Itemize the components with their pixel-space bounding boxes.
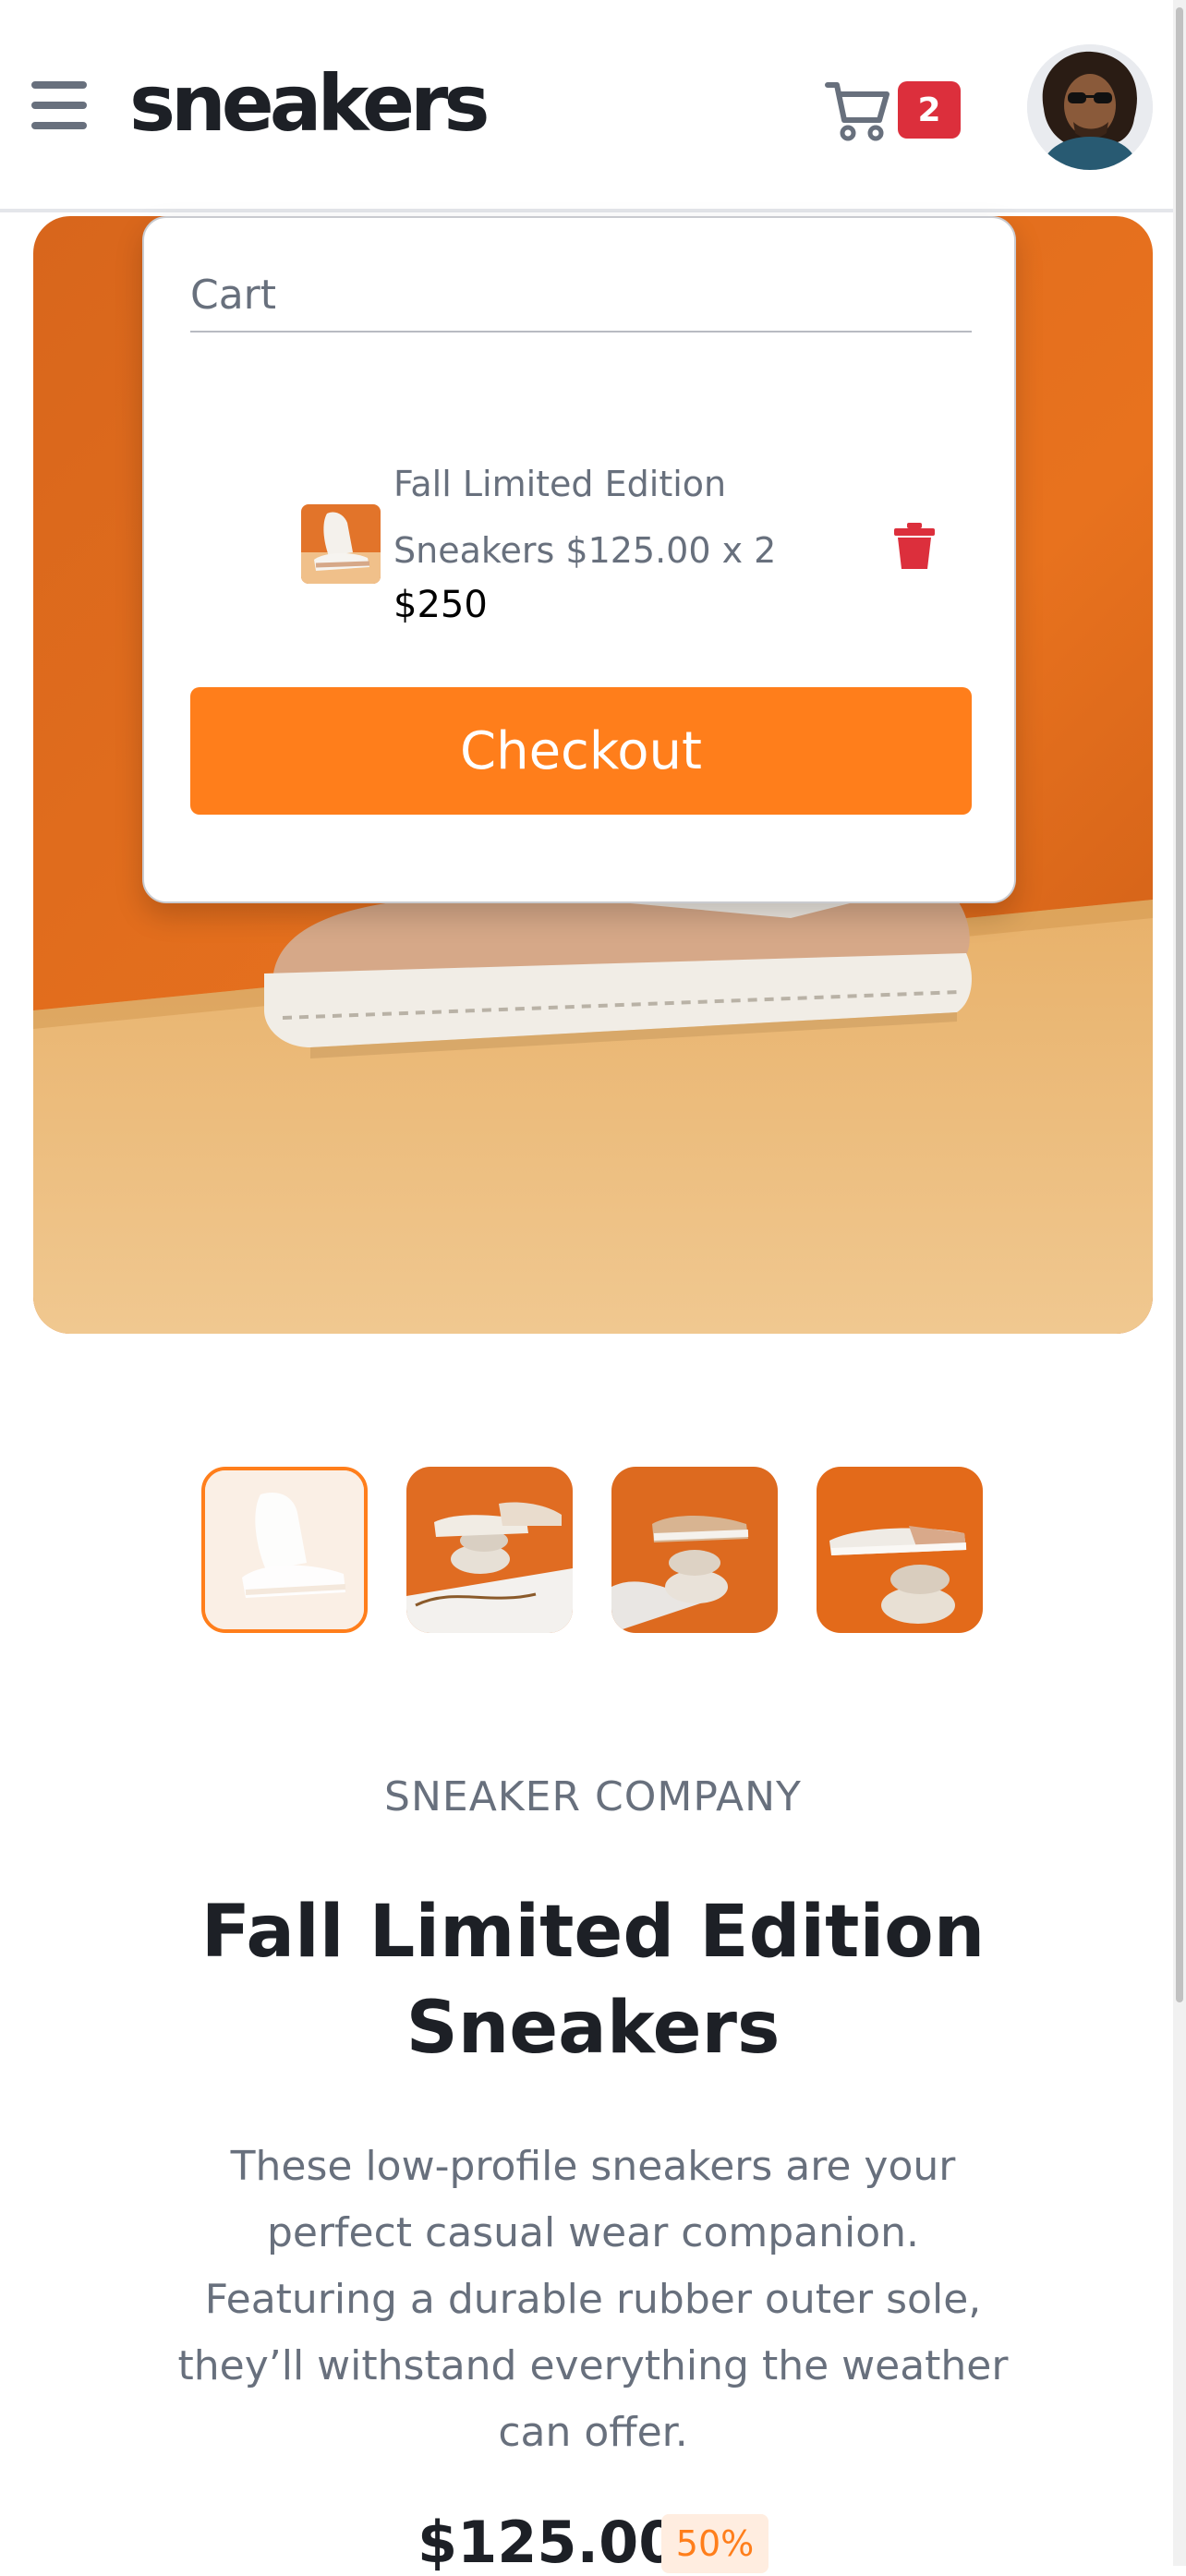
- cart-title: Cart: [190, 272, 277, 319]
- cart-icon[interactable]: [824, 79, 890, 142]
- cart-count-badge: 2: [898, 81, 961, 139]
- thumbnail-2[interactable]: [406, 1467, 573, 1633]
- checkout-button[interactable]: Checkout: [190, 687, 972, 815]
- thumbnail-3[interactable]: [611, 1467, 778, 1633]
- page-scrollbar[interactable]: [1173, 0, 1186, 2566]
- discount-badge: 50%: [661, 2514, 768, 2573]
- site-header: sneakers 2: [0, 0, 1173, 212]
- cart-item-total: $250: [393, 584, 488, 626]
- cart-popup: Cart Fall Limited Edition Sneakers $125.…: [142, 216, 1016, 903]
- cart-divider: [190, 331, 972, 333]
- company-name: SNEAKER COMPANY: [384, 1773, 802, 1820]
- thumbnail-1[interactable]: [201, 1467, 368, 1633]
- site-logo[interactable]: sneakers: [129, 65, 490, 142]
- thumbnail-4[interactable]: [817, 1467, 983, 1633]
- scrollbar-thumb[interactable]: [1176, 7, 1183, 2002]
- hamburger-menu-icon[interactable]: [31, 81, 87, 129]
- product-price: $125.00: [418, 2509, 679, 2576]
- product-title: Fall Limited Edition Sneakers: [200, 1891, 986, 2070]
- cart-item-description: Fall Limited Edition Sneakers $125.00 x …: [393, 464, 777, 571]
- user-avatar[interactable]: [1027, 44, 1153, 170]
- delete-icon[interactable]: [894, 523, 935, 569]
- cart-item-thumbnail: [301, 504, 381, 584]
- product-description: These low-profile sneakers are your perf…: [177, 2143, 1009, 2456]
